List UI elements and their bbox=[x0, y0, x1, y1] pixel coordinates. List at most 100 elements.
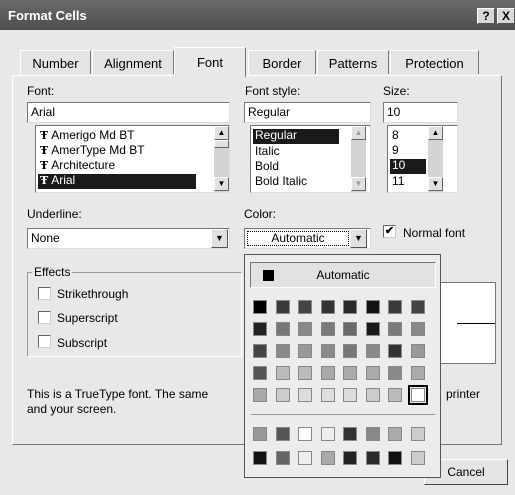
color-swatch[interactable] bbox=[298, 344, 312, 358]
color-swatch[interactable] bbox=[365, 388, 380, 402]
color-swatch[interactable] bbox=[253, 427, 267, 441]
color-swatch[interactable] bbox=[275, 366, 290, 380]
color-swatch[interactable] bbox=[365, 344, 380, 358]
color-swatch[interactable] bbox=[298, 388, 312, 402]
scroll-up-icon[interactable]: ▲ bbox=[214, 126, 229, 140]
color-swatch[interactable] bbox=[365, 427, 380, 441]
tab-alignment[interactable]: Alignment bbox=[92, 50, 174, 74]
font-style-item-selected[interactable]: Regular bbox=[253, 129, 339, 144]
color-swatch[interactable] bbox=[343, 451, 357, 465]
font-list-item-selected[interactable]: Ŧ Arial bbox=[38, 174, 196, 189]
color-swatch[interactable] bbox=[343, 300, 357, 314]
chevron-down-icon[interactable]: ▼ bbox=[350, 229, 367, 248]
color-swatch[interactable] bbox=[253, 300, 267, 314]
color-swatch[interactable] bbox=[275, 388, 290, 402]
color-swatch[interactable] bbox=[388, 366, 402, 380]
color-swatch[interactable] bbox=[343, 344, 357, 358]
chevron-down-icon[interactable]: ▼ bbox=[211, 229, 228, 248]
scroll-thumb[interactable] bbox=[214, 140, 229, 148]
color-swatch[interactable] bbox=[320, 322, 335, 336]
color-swatch[interactable] bbox=[407, 385, 428, 405]
color-swatch[interactable] bbox=[320, 344, 335, 358]
color-swatch[interactable] bbox=[298, 300, 312, 314]
color-swatch[interactable] bbox=[320, 366, 335, 380]
size-scrollbar[interactable]: ▲ ▼ bbox=[428, 126, 443, 192]
size-item[interactable]: 8 bbox=[390, 129, 426, 142]
size-input[interactable]: 10 bbox=[383, 102, 458, 123]
font-list-item[interactable]: Ŧ Architecture bbox=[38, 159, 198, 173]
color-swatch[interactable] bbox=[388, 344, 402, 358]
color-swatch[interactable] bbox=[410, 427, 425, 441]
scroll-up-icon[interactable]: ▲ bbox=[428, 126, 443, 140]
color-swatch[interactable] bbox=[275, 427, 290, 441]
color-swatch[interactable] bbox=[253, 344, 267, 358]
subscript-checkbox[interactable] bbox=[38, 335, 51, 348]
color-swatch[interactable] bbox=[298, 322, 312, 336]
color-swatch[interactable] bbox=[253, 322, 267, 336]
font-list-item[interactable]: Ŧ AmerType Md BT bbox=[38, 144, 198, 158]
color-swatch[interactable] bbox=[298, 427, 312, 441]
strikethrough-checkbox[interactable] bbox=[38, 287, 51, 300]
color-swatch[interactable] bbox=[365, 300, 380, 314]
color-swatch[interactable] bbox=[275, 322, 290, 336]
scroll-down-icon[interactable]: ▼ bbox=[351, 177, 366, 191]
tab-patterns[interactable]: Patterns bbox=[317, 50, 389, 74]
color-swatch[interactable] bbox=[365, 322, 380, 336]
color-swatch[interactable] bbox=[275, 344, 290, 358]
size-item-selected[interactable]: 10 bbox=[390, 159, 426, 174]
color-swatch[interactable] bbox=[320, 451, 335, 465]
color-swatch[interactable] bbox=[253, 388, 267, 402]
color-swatch[interactable] bbox=[343, 322, 357, 336]
font-style-list[interactable]: Regular Italic Bold Bold Italic ▲ ▼ bbox=[250, 125, 371, 193]
scroll-up-icon[interactable]: ▲ bbox=[351, 126, 366, 140]
font-list-item[interactable]: Ŧ Amerigo Md BT bbox=[38, 129, 198, 143]
size-item[interactable]: 11 bbox=[390, 175, 426, 188]
color-swatch[interactable] bbox=[410, 322, 425, 336]
automatic-color-button[interactable]: Automatic bbox=[250, 262, 436, 288]
scroll-down-icon[interactable]: ▼ bbox=[428, 177, 443, 191]
color-swatch[interactable] bbox=[253, 366, 267, 380]
color-swatch[interactable] bbox=[410, 300, 425, 314]
font-style-item[interactable]: Bold Italic bbox=[253, 175, 339, 188]
tab-protection[interactable]: Protection bbox=[390, 50, 479, 74]
size-list[interactable]: 8 9 10 11 ▲ ▼ bbox=[387, 125, 458, 193]
color-swatch[interactable] bbox=[320, 388, 335, 402]
font-style-item[interactable]: Bold bbox=[253, 160, 339, 173]
close-button[interactable]: X bbox=[497, 8, 515, 24]
color-swatch[interactable] bbox=[365, 366, 380, 380]
color-swatch[interactable] bbox=[388, 388, 402, 402]
color-swatch[interactable] bbox=[365, 451, 380, 465]
color-swatch[interactable] bbox=[388, 322, 402, 336]
color-swatch[interactable] bbox=[275, 300, 290, 314]
color-swatch[interactable] bbox=[388, 451, 402, 465]
font-name-input[interactable]: Arial bbox=[27, 102, 230, 123]
color-swatch[interactable] bbox=[343, 388, 357, 402]
font-list-scrollbar[interactable]: ▲ ▼ bbox=[214, 126, 229, 192]
superscript-checkbox[interactable] bbox=[38, 311, 51, 324]
font-style-scrollbar[interactable]: ▲ ▼ bbox=[351, 126, 366, 192]
color-swatch[interactable] bbox=[320, 300, 335, 314]
size-item[interactable]: 9 bbox=[390, 144, 426, 157]
tab-number[interactable]: Number bbox=[20, 50, 91, 74]
font-style-input[interactable]: Regular bbox=[244, 102, 371, 123]
color-swatch[interactable] bbox=[388, 427, 402, 441]
underline-select[interactable]: None bbox=[27, 228, 230, 249]
scroll-down-icon[interactable]: ▼ bbox=[214, 177, 229, 191]
font-list[interactable]: Ŧ Amerigo Md BT Ŧ AmerType Md BT Ŧ Architec… bbox=[35, 125, 230, 193]
normal-font-checkbox[interactable]: ✔ bbox=[383, 225, 396, 238]
font-style-item[interactable]: Italic bbox=[253, 145, 339, 158]
color-swatch[interactable] bbox=[298, 451, 312, 465]
tab-border[interactable]: Border bbox=[248, 50, 316, 74]
color-swatch[interactable] bbox=[253, 451, 267, 465]
help-button[interactable]: ? bbox=[477, 8, 495, 24]
color-swatch[interactable] bbox=[343, 366, 357, 380]
color-swatch[interactable] bbox=[410, 344, 425, 358]
color-swatch[interactable] bbox=[320, 427, 335, 441]
color-swatch[interactable] bbox=[410, 366, 425, 380]
color-swatch[interactable] bbox=[343, 427, 357, 441]
color-swatch[interactable] bbox=[410, 451, 425, 465]
color-swatch[interactable] bbox=[298, 366, 312, 380]
color-swatch[interactable] bbox=[275, 451, 290, 465]
color-swatch[interactable] bbox=[388, 300, 402, 314]
tab-font[interactable]: Font bbox=[174, 47, 246, 77]
